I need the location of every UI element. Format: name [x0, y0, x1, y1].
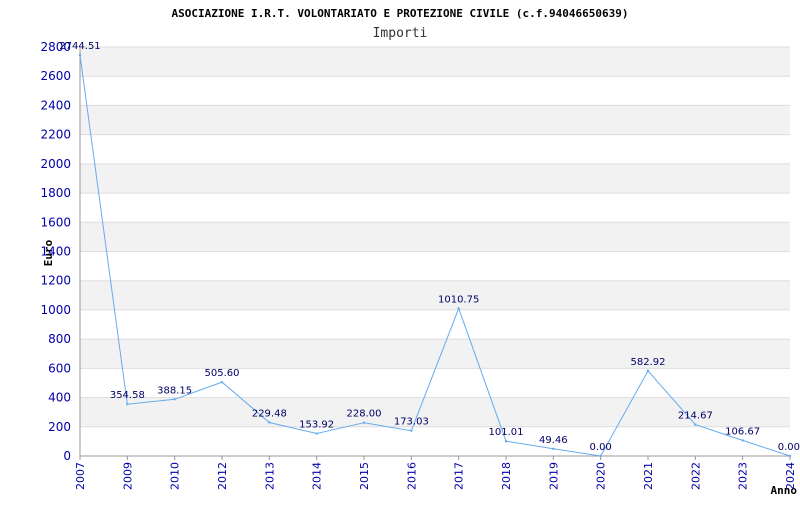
data-point	[646, 369, 650, 373]
data-label: 1010.75	[438, 294, 479, 305]
y-tick-label: 600	[48, 361, 71, 375]
x-tick-label: 2009	[121, 462, 134, 490]
y-tick-label: 0	[63, 449, 71, 463]
grid-band	[80, 105, 790, 135]
data-point	[694, 423, 697, 426]
data-label: 0.00	[590, 442, 612, 453]
y-tick-label: 400	[48, 391, 71, 405]
grid-band	[80, 280, 790, 310]
data-point	[315, 432, 318, 435]
x-tick-label: 2020	[595, 462, 608, 490]
x-tick-label: 2012	[216, 462, 229, 490]
data-point	[78, 53, 82, 57]
data-label: 388.15	[157, 385, 192, 396]
x-tick-label: 2023	[737, 462, 750, 490]
data-point	[599, 454, 602, 458]
line-chart: ASOCIAZIONE I.R.T. VOLONTARIATO E PROTEZ…	[40, 7, 800, 497]
grid-band	[80, 339, 790, 369]
data-point	[268, 421, 271, 424]
data-label: 214.67	[678, 411, 713, 422]
x-tick-label: 2014	[311, 462, 324, 490]
data-point	[504, 440, 508, 443]
grid-band	[80, 222, 790, 252]
x-tick-label: 2019	[547, 462, 560, 490]
chart-title: ASOCIAZIONE I.R.T. VOLONTARIATO E PROTEZ…	[172, 7, 629, 20]
data-label: 228.00	[347, 409, 382, 420]
data-point	[220, 380, 224, 384]
data-point	[126, 403, 129, 406]
x-tick-label: 2018	[500, 462, 513, 490]
data-label: 173.03	[394, 417, 429, 428]
y-tick-label: 200	[48, 420, 71, 434]
x-tick-label: 2021	[642, 462, 655, 490]
x-tick-label: 2017	[453, 462, 466, 490]
data-point	[788, 454, 792, 458]
data-label: 106.67	[725, 426, 760, 437]
y-tick-label: 1600	[40, 215, 71, 229]
y-tick-label: 1400	[40, 245, 71, 259]
x-tick-label: 2013	[263, 462, 276, 490]
data-label: 2744.51	[59, 41, 100, 52]
x-tick-label: 2007	[74, 462, 87, 490]
data-point	[410, 429, 413, 432]
y-tick-label: 2200	[40, 128, 71, 142]
y-tick-label: 1200	[40, 274, 71, 288]
data-label: 354.58	[110, 390, 145, 401]
chart: ASOCIAZIONE I.R.T. VOLONTARIATO E PROTEZ…	[0, 0, 800, 500]
data-point	[552, 447, 555, 450]
y-tick-label: 2400	[40, 98, 71, 112]
data-label: 101.01	[489, 427, 524, 438]
y-tick-label: 1000	[40, 303, 71, 317]
data-label: 505.60	[205, 368, 240, 379]
data-label: 49.46	[539, 435, 568, 446]
y-axis-ticks: 0 200 400 600 800 1000 1200 1400 1600 1800 2000 220…	[40, 40, 71, 463]
data-label: 229.48	[252, 408, 287, 419]
x-tick-label: 2010	[169, 462, 182, 490]
data-point	[362, 421, 366, 424]
data-point	[173, 398, 176, 401]
y-tick-label: 1800	[40, 186, 71, 200]
x-tick-label: 2016	[405, 462, 418, 490]
data-label: 153.92	[299, 420, 334, 431]
data-point	[457, 307, 460, 310]
grid-band	[80, 47, 790, 77]
data-label: 0.00	[778, 442, 800, 453]
y-tick-label: 800	[48, 332, 71, 346]
x-tick-label: 2015	[358, 462, 371, 490]
x-axis-ticks: 2007 2009 2010 2012 2013 2014 2015 2016 2017 2018…	[74, 456, 797, 490]
x-tick-label: 2022	[689, 462, 702, 490]
data-label: 582.92	[631, 357, 666, 368]
data-point	[741, 439, 744, 442]
chart-subtitle: Importi	[373, 26, 428, 41]
y-tick-label: 2000	[40, 157, 71, 171]
x-tick-label: 2024	[784, 462, 797, 490]
grid-band	[80, 163, 790, 194]
y-tick-label: 2600	[40, 69, 71, 83]
